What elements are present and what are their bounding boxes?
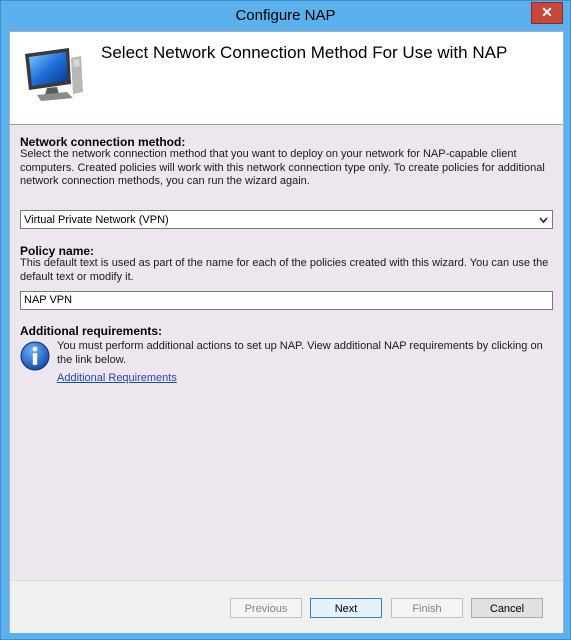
finish-button[interactable]: Finish: [391, 598, 463, 618]
window-title: Configure NAP: [235, 7, 336, 24]
wizard-header: Select Network Connection Method For Use…: [10, 32, 563, 125]
connection-method-dropdown[interactable]: Virtual Private Network (VPN): [20, 210, 553, 229]
dialog-body: Select Network Connection Method For Use…: [9, 31, 564, 633]
wizard-footer: Previous Next Finish Cancel: [10, 580, 563, 633]
policy-name-description: This default text is used as part of the…: [20, 257, 549, 283]
page-title: Select Network Connection Method For Use…: [101, 43, 508, 62]
title-bar[interactable]: Configure NAP ✕: [1, 1, 570, 31]
info-icon: [20, 341, 50, 371]
previous-button[interactable]: Previous: [230, 598, 302, 618]
cancel-button[interactable]: Cancel: [471, 598, 543, 618]
close-button[interactable]: ✕: [531, 2, 563, 24]
additional-requirements-link[interactable]: Additional Requirements: [57, 372, 177, 384]
configure-nap-dialog: Configure NAP ✕ Select Network Connectio…: [0, 0, 571, 640]
additional-requirements-text: You must perform additional actions to s…: [57, 340, 543, 366]
next-button[interactable]: Next: [310, 598, 382, 618]
policy-name-input[interactable]: NAP VPN: [20, 291, 553, 310]
computer-monitor-icon: [25, 48, 83, 101]
wizard-content: Network connection method: Select the ne…: [10, 125, 563, 580]
connection-method-label: Network connection method:: [20, 135, 186, 149]
connection-method-selected: Virtual Private Network (VPN): [24, 214, 169, 226]
chevron-down-icon: [539, 211, 548, 237]
policy-name-label: Policy name:: [20, 244, 95, 258]
connection-method-description: Select the network connection method tha…: [20, 148, 545, 187]
additional-requirements-label: Additional requirements:: [20, 324, 163, 338]
